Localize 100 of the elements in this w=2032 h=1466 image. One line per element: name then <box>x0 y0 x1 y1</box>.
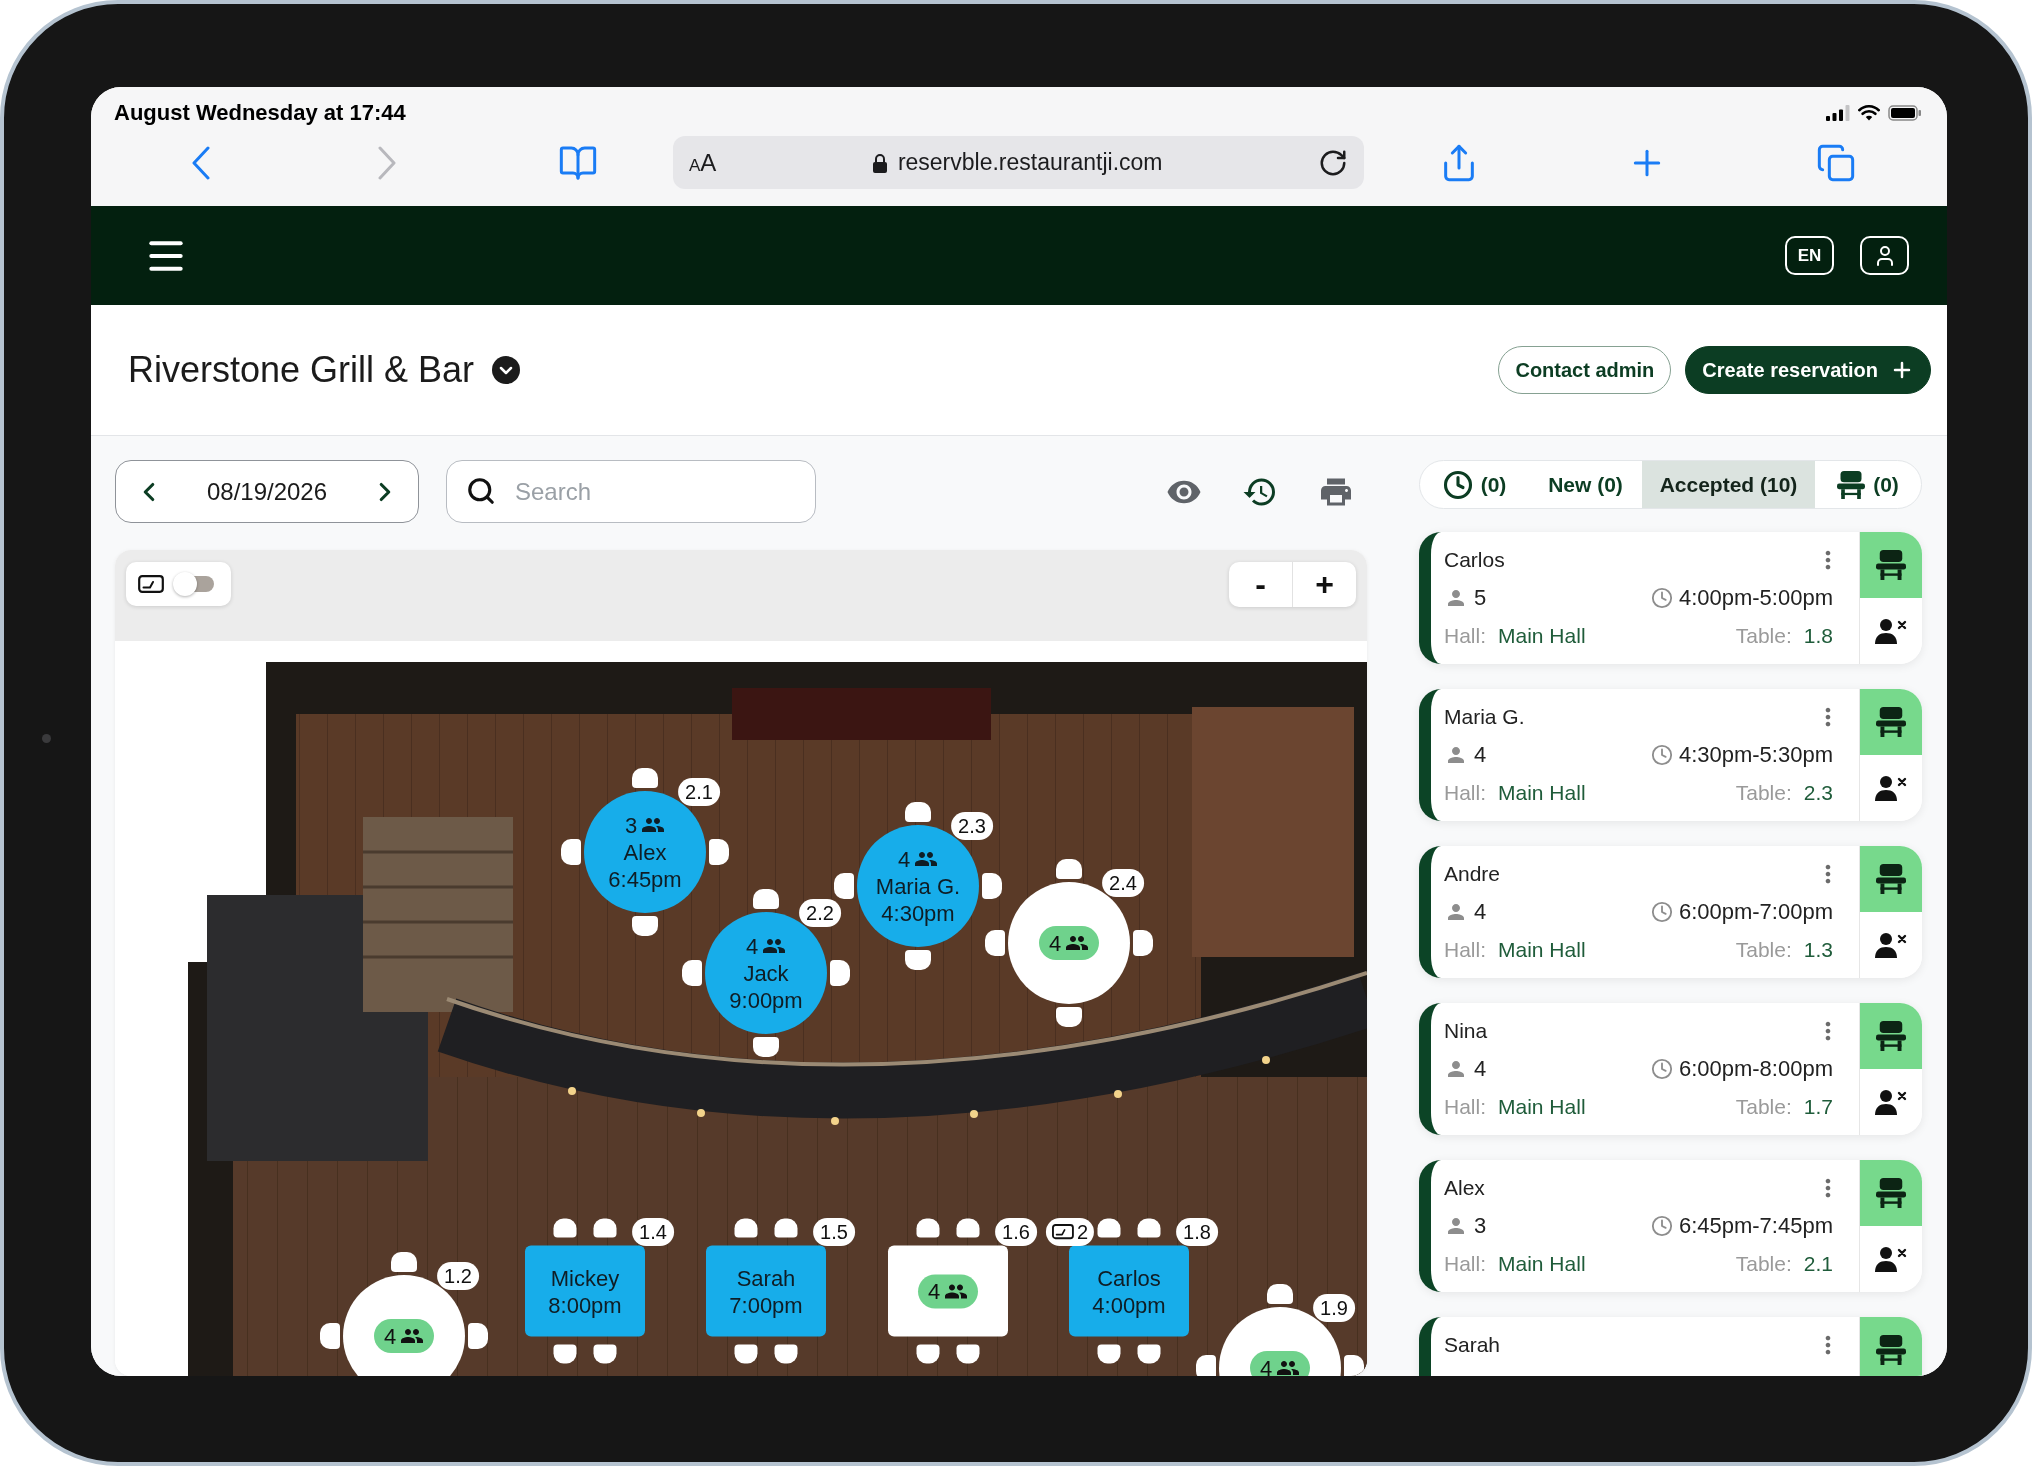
restaurant-name[interactable]: Riverstone Grill & Bar <box>128 349 475 391</box>
chair <box>391 1252 417 1272</box>
address-bar[interactable]: AA reservble.restaurantji.com <box>673 136 1364 189</box>
table-number: 1.2 <box>437 1262 479 1290</box>
chevron-down-icon[interactable] <box>492 356 521 384</box>
table-icon <box>1876 1021 1906 1051</box>
table-label: Table: <box>1735 624 1792 648</box>
table-icon <box>1876 707 1906 737</box>
party-size: 4 <box>1474 742 1487 768</box>
status-tab[interactable]: (0) <box>1420 461 1529 508</box>
search-icon <box>466 476 496 506</box>
chair <box>1133 930 1153 956</box>
seat-button[interactable] <box>1860 1160 1922 1226</box>
reservation-card[interactable]: Sarah <box>1419 1317 1922 1376</box>
search-field[interactable]: Search <box>446 460 816 523</box>
seat-button[interactable] <box>1860 1317 1922 1376</box>
guest-name: Sarah <box>1444 1333 1501 1357</box>
table-label: Table: <box>1735 938 1792 962</box>
chair <box>1267 1284 1293 1304</box>
table-number: 2.3 <box>1803 781 1833 805</box>
reservation-time: 4:00pm <box>1092 1291 1166 1318</box>
url-text: reservble.restaurantji.com <box>897 149 1163 176</box>
seat-button[interactable] <box>1860 689 1922 755</box>
guest-name: Carlos <box>1097 1264 1161 1291</box>
guest-count: 4 <box>745 932 759 960</box>
chair <box>561 839 581 865</box>
toggle-switch[interactable] <box>172 571 214 597</box>
party-size: 4 <box>1474 1056 1487 1082</box>
hall-name: Main Hall <box>1498 938 1586 962</box>
seat-count: 4 <box>927 1277 941 1305</box>
chair <box>834 873 854 899</box>
table-number: 1.3 <box>1803 938 1833 962</box>
hall-name: Main Hall <box>1498 1095 1586 1119</box>
text-size-button[interactable]: AA <box>689 148 717 177</box>
status-tab[interactable]: (0) <box>1815 461 1921 508</box>
reservation-time: 6:00pm-8:00pm <box>1678 1056 1833 1082</box>
chair <box>632 916 658 936</box>
rectangular-table[interactable]: Mickey 8:00pm <box>525 1245 645 1337</box>
chair <box>468 1323 488 1349</box>
contact-button[interactable]: Contact admin <box>1498 346 1672 394</box>
table-icon <box>1837 470 1866 499</box>
table-label: Table: <box>1735 1095 1792 1119</box>
chair <box>320 1323 340 1349</box>
hall-label: Hall: <box>1444 781 1486 805</box>
chair <box>709 839 729 865</box>
seat-button[interactable] <box>1860 846 1922 912</box>
chair <box>905 950 931 970</box>
reservation-time: 6:00pm-7:00pm <box>1678 899 1833 925</box>
no-show-button[interactable] <box>1860 912 1922 978</box>
no-show-button[interactable] <box>1860 1226 1922 1292</box>
seat-button[interactable] <box>1860 532 1922 598</box>
create-reservation-button[interactable]: Create reservation <box>1685 346 1931 394</box>
reservation-card[interactable]: Carlos 5 4:00pm-5:00pm Hall: Main Hall Table: 1.8 <box>1419 532 1922 664</box>
rectangular-table[interactable]: 4 <box>888 1245 1008 1337</box>
guest-name: Maria G. <box>875 872 961 900</box>
lock-icon <box>871 152 888 173</box>
guest-name: Alex <box>1444 1176 1485 1200</box>
guest-name: Nina <box>1444 1019 1488 1043</box>
rectangular-table[interactable]: Sarah 7:00pm <box>706 1245 826 1337</box>
rectangular-table[interactable]: Carlos 4:00pm <box>1069 1245 1189 1337</box>
zoom-in-button[interactable]: + <box>1292 562 1356 607</box>
party-size: 4 <box>1474 899 1487 925</box>
table-number: 1.9 <box>1313 1294 1355 1322</box>
guest-count: 3 <box>624 811 638 839</box>
user-x-icon <box>1875 775 1907 801</box>
guest-name: Jack <box>743 959 789 987</box>
guest-name: Mickey <box>550 1264 620 1291</box>
table-icon <box>1876 1335 1906 1365</box>
no-show-button[interactable] <box>1860 755 1922 821</box>
date-picker[interactable]: 08/19/2026 <box>115 460 419 523</box>
party-size: 5 <box>1474 585 1487 611</box>
account-button[interactable] <box>1860 236 1909 275</box>
language-button[interactable]: EN <box>1785 236 1834 275</box>
guest-name: Sarah <box>736 1264 796 1291</box>
clock-icon <box>1650 1058 1673 1080</box>
hall-label: Hall: <box>1444 1252 1486 1276</box>
reservation-card[interactable]: Andre 4 6:00pm-7:00pm Hall: Main Hall Table: 1.3 <box>1419 846 1922 978</box>
user-x-icon <box>1875 1246 1907 1272</box>
chair <box>1056 1007 1082 1027</box>
no-show-button[interactable] <box>1860 1069 1922 1135</box>
reservation-card[interactable]: Alex 3 6:45pm-7:45pm Hall: Main Hall Table: 2.1 <box>1419 1160 1922 1292</box>
table-label: Table: <box>1735 781 1792 805</box>
reservation-card[interactable]: Maria G. 4 4:30pm-5:30pm Hall: Main Hall Table: 2.3 <box>1419 689 1922 821</box>
seat-button[interactable] <box>1860 1003 1922 1069</box>
signal-icon <box>1826 105 1850 121</box>
hall-label: Hall: <box>1444 624 1486 648</box>
seat-count: 4 <box>1048 929 1062 957</box>
wifi-icon <box>1858 105 1880 121</box>
no-show-button[interactable] <box>1860 598 1922 664</box>
zoom-out-button[interactable]: - <box>1229 562 1292 607</box>
camera-lens-icon <box>42 734 51 743</box>
status-tab[interactable]: New (0) <box>1529 461 1642 508</box>
table-number: 2.2 <box>799 899 841 927</box>
reservation-time: 4:30pm-5:30pm <box>1678 742 1833 768</box>
clock-icon <box>1650 1215 1673 1237</box>
reservation-card[interactable]: Nina 4 6:00pm-8:00pm Hall: Main Hall Table: 1.7 <box>1419 1003 1922 1135</box>
clock-icon <box>1650 901 1673 923</box>
seat-count: 4 <box>383 1322 397 1350</box>
status-tab[interactable]: Accepted (10) <box>1642 461 1815 508</box>
clock-icon <box>1442 469 1473 500</box>
